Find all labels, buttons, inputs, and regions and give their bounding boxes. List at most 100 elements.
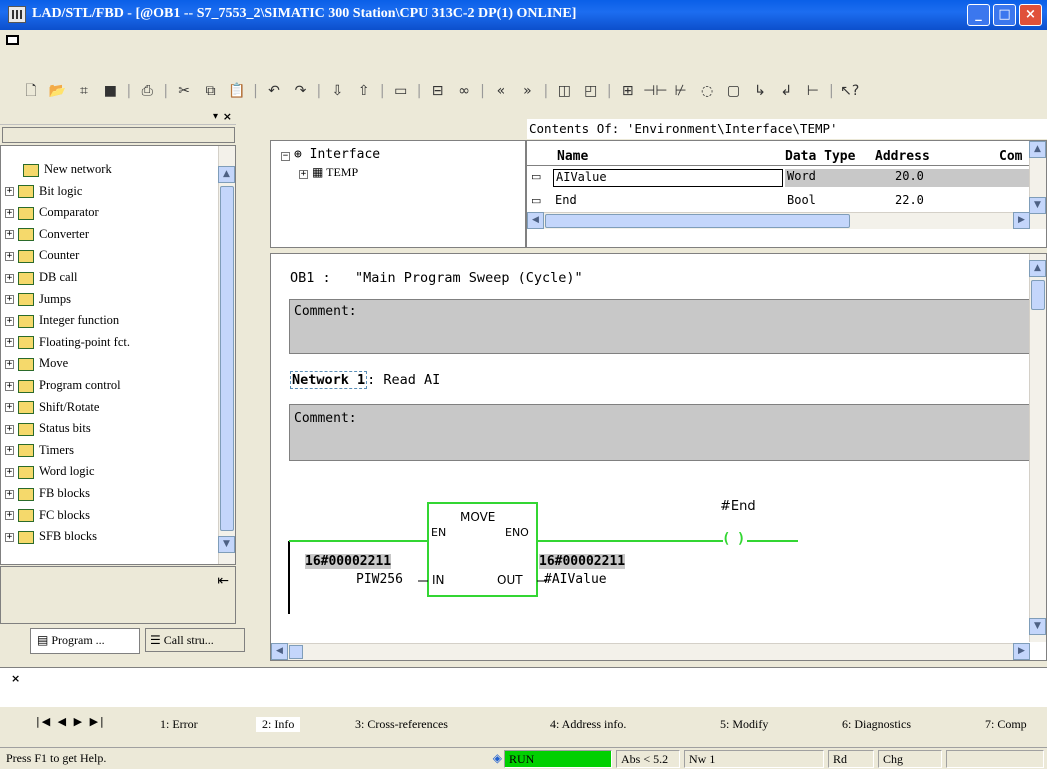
table-row[interactable]: ▭ AIValue Word 20.0 (527, 167, 1039, 189)
catalog-item[interactable]: + Floating-point fct. (5, 331, 130, 353)
expand-icon[interactable]: + (5, 468, 14, 478)
table-row[interactable]: ▭ End Bool 22.0 (527, 191, 1032, 213)
cell-name[interactable]: AIValue (553, 169, 783, 187)
move-box-title[interactable]: MOVE (460, 510, 495, 524)
window-layout-icon[interactable]: ◫ (553, 78, 575, 104)
pin-icon[interactable]: ▾ (213, 111, 218, 122)
scroll-up-icon[interactable]: ▲ (1029, 141, 1046, 158)
catalog-tree[interactable]: New network + Bit logic + Comparator + Convert… (0, 145, 236, 565)
no-contact-icon[interactable]: ⊣⊢ (643, 78, 667, 104)
catalog-item[interactable]: + Integer function (5, 309, 119, 331)
catalog-item[interactable]: + Bit logic (5, 180, 82, 202)
monitor-icon[interactable]: ⊟ (427, 78, 449, 104)
in-operand[interactable]: PIW256 (356, 572, 403, 587)
minimize-button[interactable]: _ (967, 4, 990, 26)
connection-icon[interactable]: ⊢ (802, 78, 824, 104)
catalog-item[interactable]: + Counter (5, 244, 79, 266)
editor-vscroll[interactable]: ▲ ▼ (1029, 254, 1046, 642)
scroll-up-icon[interactable]: ▲ (1029, 260, 1046, 277)
out-operand[interactable]: #AIValue (544, 572, 607, 587)
paste-icon[interactable]: 📋 (226, 78, 248, 104)
interface-root[interactable]: − ⊕ Interface (281, 147, 380, 162)
catalog-item[interactable]: + Comparator (5, 201, 99, 223)
output-tab[interactable]: 6: Diagnostics (842, 717, 911, 732)
output-tab[interactable]: 5: Modify (720, 717, 768, 732)
scroll-right-icon[interactable]: ▶ (1013, 212, 1030, 229)
catalog-item[interactable]: + Word logic (5, 460, 95, 482)
catalog-scrollbar[interactable]: ▲ ▼ (218, 146, 235, 564)
expand-icon[interactable]: + (5, 424, 14, 434)
scroll-down-icon[interactable]: ▼ (1029, 197, 1046, 214)
editor-hscroll[interactable]: ◀ ▶ (271, 643, 1030, 660)
catalog-item[interactable]: + Converter (5, 223, 89, 245)
cell-address[interactable]: 22.0 (895, 193, 924, 207)
expand-icon[interactable]: + (5, 489, 14, 499)
branch-open-icon[interactable]: ↳ (749, 78, 771, 104)
catalog-item[interactable]: + DB call (5, 266, 78, 288)
tab-nav-icons[interactable]: |◀ ◀ ▶ ▶| (36, 715, 106, 728)
expand-icon[interactable]: + (5, 230, 14, 240)
glasses-icon[interactable]: ∞ (453, 78, 475, 104)
scroll-down-icon[interactable]: ▼ (218, 536, 235, 553)
prev-network-icon[interactable]: « (490, 78, 512, 104)
scroll-up-icon[interactable]: ▲ (218, 166, 235, 183)
cell-type[interactable]: Bool (787, 193, 816, 207)
catalog-item[interactable]: + Jumps (5, 288, 71, 310)
split-icon[interactable]: ⇤ (217, 573, 229, 589)
redo-icon[interactable]: ↷ (289, 78, 311, 104)
temp-node[interactable]: + ▦ TEMP (299, 165, 358, 180)
hscroll-thumb[interactable] (545, 214, 850, 228)
print-icon[interactable]: ⎙ (136, 78, 158, 104)
output-close-icon[interactable]: × (11, 672, 20, 685)
expand-icon[interactable]: + (5, 295, 14, 305)
output-tab[interactable]: 4: Address info. (550, 717, 626, 732)
scroll-left-icon[interactable]: ◀ (271, 643, 288, 660)
coil-operand[interactable]: #End (720, 499, 756, 514)
cell-name[interactable]: End (555, 193, 577, 207)
catalog-item[interactable]: + FB blocks (5, 482, 90, 504)
copy-icon[interactable]: ⧉ (200, 78, 222, 104)
empty-box-icon[interactable]: ▢ (723, 78, 745, 104)
expand-icon[interactable]: + (299, 170, 308, 179)
network-title[interactable]: Network 1: Read AI (290, 371, 440, 389)
diagnostic-icon[interactable]: ◈ (436, 750, 504, 768)
block-header[interactable]: OB1 : "Main Program Sweep (Cycle)" (290, 270, 583, 286)
open-icon[interactable]: 📂 (46, 78, 68, 104)
tab-call-structure[interactable]: ☰ Call stru... (145, 628, 245, 652)
branch-close-icon[interactable]: ↲ (775, 78, 797, 104)
download-icon[interactable]: ⇩ (326, 78, 348, 104)
new-icon[interactable]: 🗋 (20, 78, 42, 104)
upload-icon[interactable]: ⇧ (353, 78, 375, 104)
expand-icon[interactable]: + (5, 532, 14, 542)
maximize-button[interactable]: □ (993, 4, 1016, 26)
table-vscroll[interactable]: ▲ ▼ (1029, 141, 1046, 229)
catalog-item[interactable]: New network (5, 158, 112, 180)
tab-program-elements[interactable]: ▤ Program ... (30, 628, 140, 654)
scroll-down-icon[interactable]: ▼ (1029, 618, 1046, 635)
help-cursor-icon[interactable]: ↖? (839, 78, 861, 104)
expand-icon[interactable]: + (5, 403, 14, 413)
catalog-item[interactable]: + Move (5, 352, 68, 374)
catalog-item[interactable]: + Shift/Rotate (5, 396, 99, 418)
editor-hscroll-thumb[interactable] (289, 645, 303, 659)
expand-icon[interactable]: + (5, 316, 14, 326)
scroll-left-icon[interactable]: ◀ (527, 212, 544, 229)
panel-close-icon[interactable]: × (223, 110, 232, 123)
catalog-item[interactable]: + Status bits (5, 417, 91, 439)
expand-icon[interactable]: + (5, 252, 14, 262)
catalog-item[interactable]: + SFB blocks (5, 525, 97, 547)
expand-icon[interactable]: + (5, 446, 14, 456)
cell-address[interactable]: 20.0 (875, 169, 999, 187)
expand-icon[interactable]: + (5, 187, 14, 197)
expand-icon[interactable]: + (5, 360, 14, 370)
expand-icon[interactable]: + (5, 381, 14, 391)
document-menu-icon[interactable] (6, 35, 19, 45)
table-hscroll[interactable]: ◀ ▶ (527, 212, 1030, 229)
accessible-nodes-icon[interactable]: ⌗ (73, 78, 95, 104)
undo-icon[interactable]: ↶ (263, 78, 285, 104)
lad-editor[interactable]: OB1 : "Main Program Sweep (Cycle)" Comme… (270, 253, 1047, 661)
app-icon[interactable] (8, 6, 26, 23)
close-button[interactable]: × (1019, 4, 1042, 26)
coil[interactable]: ( ) (722, 531, 745, 547)
catalog-item[interactable]: + Program control (5, 374, 121, 396)
